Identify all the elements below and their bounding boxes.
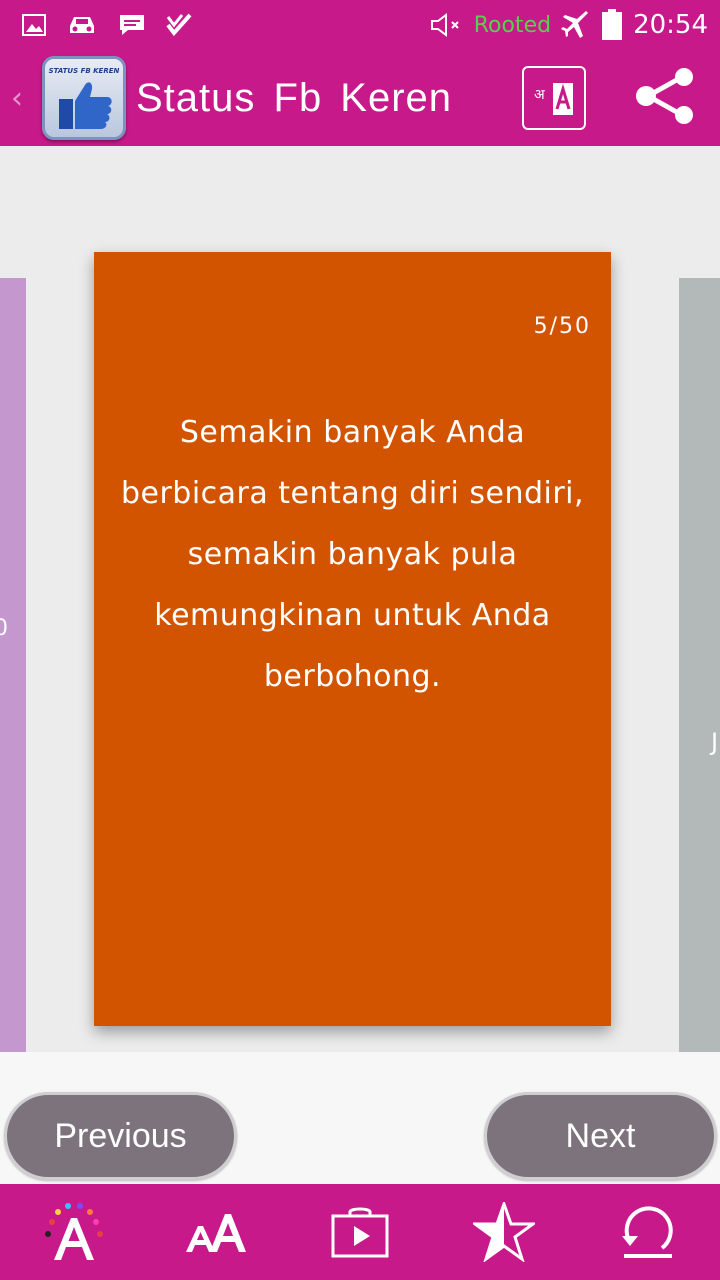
car-icon bbox=[66, 14, 98, 36]
thumbs-up-icon bbox=[59, 82, 112, 129]
colors-icon bbox=[45, 1203, 103, 1260]
app-bar: ‹ STATUS FB KEREN Status Fb Keren अ bbox=[0, 50, 720, 146]
chevron-left-icon[interactable]: ‹ bbox=[2, 50, 32, 146]
mute-icon bbox=[430, 13, 464, 37]
share-icon bbox=[636, 68, 693, 124]
colors-button[interactable] bbox=[32, 1192, 112, 1272]
previous-button[interactable]: Previous bbox=[4, 1092, 237, 1180]
app-title: Status Fb Keren bbox=[136, 75, 453, 120]
chat-icon bbox=[118, 13, 146, 37]
translate-icon: अ bbox=[534, 83, 573, 115]
app-logo[interactable]: STATUS FB KEREN bbox=[42, 56, 126, 140]
translate-button[interactable]: अ bbox=[522, 66, 586, 130]
refresh-button[interactable] bbox=[608, 1192, 688, 1272]
next-card-text: J bbox=[711, 728, 719, 756]
previous-card-peek[interactable]: 0 bbox=[0, 278, 26, 1052]
image-icon bbox=[22, 14, 46, 36]
battery-icon bbox=[601, 9, 623, 41]
clock: 20:54 bbox=[633, 10, 708, 40]
logo-text: STATUS FB KEREN bbox=[48, 67, 120, 75]
next-card-peek[interactable]: J bbox=[679, 278, 720, 1052]
play-store-button[interactable] bbox=[320, 1192, 400, 1272]
play-store-icon bbox=[331, 1207, 389, 1258]
rate-button[interactable] bbox=[464, 1192, 544, 1272]
check-icon bbox=[166, 13, 192, 37]
quote-card[interactable]: 5/50 Semakin banyak Anda berbicara tenta… bbox=[94, 252, 611, 1026]
bottom-toolbar bbox=[0, 1184, 720, 1280]
font-size-icon bbox=[186, 1214, 246, 1252]
quote-text: Semakin banyak Anda berbicara tentang di… bbox=[120, 415, 585, 694]
svg-text:अ: अ bbox=[534, 87, 545, 103]
next-button[interactable]: Next bbox=[484, 1092, 717, 1180]
refresh-icon bbox=[622, 1206, 673, 1258]
previous-card-text: 0 bbox=[0, 616, 8, 641]
share-button[interactable] bbox=[634, 67, 696, 129]
airplane-icon bbox=[561, 10, 591, 40]
font-size-button[interactable] bbox=[176, 1192, 256, 1272]
card-counter: 5/50 bbox=[533, 314, 591, 339]
rooted-label: Rooted bbox=[473, 12, 552, 38]
status-bar: Rooted 20:54 bbox=[0, 0, 720, 50]
rate-star-icon bbox=[473, 1202, 535, 1262]
